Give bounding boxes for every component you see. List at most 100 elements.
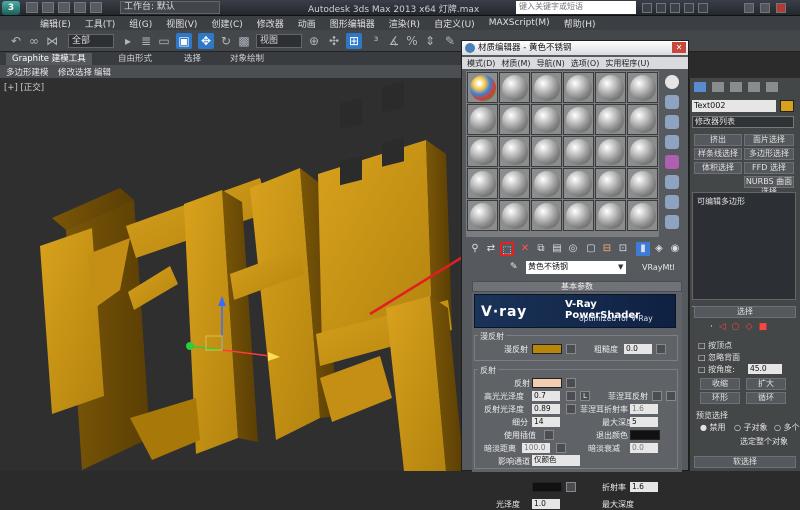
assign-to-selection-icon[interactable]: ⬚ xyxy=(500,242,514,256)
sample-slot[interactable] xyxy=(467,200,498,231)
material-map-navigator-icon[interactable]: ◈ xyxy=(652,242,666,256)
create-tab-icon[interactable] xyxy=(694,82,706,92)
go-forward-sibling-icon[interactable]: ▮ xyxy=(636,242,650,256)
rect-selection-icon[interactable]: ▭ xyxy=(156,33,172,49)
window-crossing-icon[interactable]: ▣ xyxy=(176,33,192,49)
unlink-icon[interactable]: ⋈ xyxy=(44,33,60,49)
vol-select-button[interactable]: 体积选择 xyxy=(694,162,742,174)
sample-slot[interactable] xyxy=(499,72,530,103)
sample-slot[interactable] xyxy=(499,136,530,167)
sample-slot[interactable] xyxy=(499,104,530,135)
search-input[interactable]: 键入关键字或短语 xyxy=(516,1,636,14)
keyboard-shortcut-icon[interactable]: ⊞ xyxy=(346,33,362,49)
menu-help[interactable]: 帮助(H) xyxy=(564,17,596,30)
display-tab-icon[interactable] xyxy=(766,82,778,92)
app-logo-icon[interactable]: 3 xyxy=(2,1,20,15)
shrink-button[interactable]: 收缩 xyxy=(700,378,740,390)
selection-rollout-header[interactable]: 选择 xyxy=(694,306,796,318)
fresnel-ior-field[interactable]: 1.6 xyxy=(630,404,658,414)
gloss-field[interactable]: 1.0 xyxy=(532,499,560,509)
uv-tiling-icon[interactable] xyxy=(665,135,679,149)
select-by-name-icon[interactable]: ≣ xyxy=(138,33,154,49)
menu-tools[interactable]: 工具(T) xyxy=(85,17,116,30)
max-depth-field[interactable]: 5 xyxy=(630,417,658,427)
ignore-backfacing-checkbox[interactable]: □ 忽略背面 xyxy=(698,352,740,363)
menu-group[interactable]: 组(G) xyxy=(129,17,152,30)
sample-slot[interactable] xyxy=(627,72,658,103)
sample-slot[interactable] xyxy=(627,104,658,135)
sample-slot[interactable] xyxy=(563,168,594,199)
affect-channels-dropdown[interactable]: 仅颜色 xyxy=(532,455,580,466)
sample-slot[interactable] xyxy=(531,136,562,167)
ribbon-edit[interactable]: 编辑 xyxy=(94,66,111,78)
lock-toggle[interactable]: L xyxy=(580,391,590,401)
modifier-list-dropdown[interactable]: 修改器列表 xyxy=(692,116,794,128)
use-interp-checkbox[interactable] xyxy=(544,430,554,440)
material-editor-close-icon[interactable]: ✕ xyxy=(672,42,686,53)
sample-slot[interactable] xyxy=(595,136,626,167)
sample-slot[interactable] xyxy=(627,168,658,199)
sample-slot[interactable] xyxy=(467,104,498,135)
rollout-header[interactable]: 基本参数 xyxy=(472,281,682,292)
loop-button[interactable]: 循环 xyxy=(746,392,786,404)
backlight-icon[interactable] xyxy=(665,95,679,109)
snaps-toggle-icon[interactable]: ³ xyxy=(368,33,384,49)
soft-selection-rollout-header[interactable]: 软选择 xyxy=(694,456,796,468)
sample-slot[interactable] xyxy=(563,200,594,231)
go-to-parent-icon[interactable]: ⊡ xyxy=(616,242,630,256)
search-binoculars-icon[interactable] xyxy=(642,3,652,13)
me-menu-mode[interactable]: 模式(D) xyxy=(467,58,495,69)
object-color-swatch[interactable] xyxy=(780,100,794,112)
grow-button[interactable]: 扩大 xyxy=(746,378,786,390)
vertex-mode-icon[interactable]: · xyxy=(710,322,713,334)
element-mode-icon[interactable]: ■ xyxy=(759,322,768,334)
sample-slot[interactable] xyxy=(499,168,530,199)
new-file-icon[interactable] xyxy=(26,2,38,13)
dim-distance-checkbox[interactable] xyxy=(556,443,566,453)
spline-select-button[interactable]: 样条线选择 xyxy=(694,148,742,160)
selection-filter-dropdown[interactable]: 全部 xyxy=(68,34,114,48)
sample-slot[interactable] xyxy=(627,200,658,231)
sample-slot[interactable] xyxy=(467,168,498,199)
me-menu-navigation[interactable]: 导航(N) xyxy=(537,58,565,69)
modify-tab-icon[interactable] xyxy=(712,82,724,92)
undo-icon[interactable] xyxy=(74,2,86,13)
ribbon-modify-selection[interactable]: 修改选择 xyxy=(58,66,92,78)
sample-slot[interactable] xyxy=(531,168,562,199)
roughness-field[interactable]: 0.0 xyxy=(624,344,652,354)
pick-material-icon[interactable]: ✎ xyxy=(510,262,518,272)
sample-slot[interactable] xyxy=(627,136,658,167)
sample-slot-active[interactable] xyxy=(467,72,498,103)
poly-select-button[interactable]: 多边形选择 xyxy=(744,148,794,160)
refl-gloss-map-button[interactable] xyxy=(566,404,576,414)
edge-mode-icon[interactable]: ◁ xyxy=(719,322,726,334)
select-by-material-icon[interactable] xyxy=(665,215,679,229)
menu-create[interactable]: 创建(C) xyxy=(211,17,242,30)
reflect-map-button[interactable] xyxy=(566,378,576,388)
material-name-dropdown-icon[interactable]: ▼ xyxy=(618,263,623,271)
reflect-color-swatch[interactable] xyxy=(532,378,562,388)
menu-modifiers[interactable]: 修改器 xyxy=(257,17,284,30)
preview-subobject-radio[interactable]: ○ 子对象 xyxy=(734,422,768,433)
show-end-result-icon[interactable]: ⊟ xyxy=(600,242,614,256)
sample-slot[interactable] xyxy=(595,200,626,231)
tab-selection[interactable]: 选择 xyxy=(178,53,207,65)
menu-graph-editors[interactable]: 图形编辑器 xyxy=(330,17,375,30)
refract-color-swatch[interactable] xyxy=(532,482,562,492)
pivot-center-icon[interactable]: ⊕ xyxy=(306,33,322,49)
object-name-field[interactable]: Text002 xyxy=(692,100,776,112)
dim-falloff-field[interactable]: 0.0 xyxy=(630,443,658,453)
sample-slot[interactable] xyxy=(595,168,626,199)
sign-letter-pai[interactable] xyxy=(230,81,464,471)
put-to-scene-icon[interactable]: ⇄ xyxy=(484,242,498,256)
exit-color-swatch[interactable] xyxy=(630,430,660,440)
angle-snap-icon[interactable]: ∡ xyxy=(386,33,402,49)
workspace-dropdown[interactable]: 工作台: 默认 xyxy=(120,1,220,14)
preview-disable-radio[interactable]: ● 禁用 xyxy=(700,422,726,433)
tab-freeform[interactable]: 自由形式 xyxy=(112,53,158,65)
video-color-check-icon[interactable] xyxy=(665,155,679,169)
menu-animation[interactable]: 动画 xyxy=(298,17,316,30)
material-id-icon[interactable]: ◎ xyxy=(566,242,580,256)
fresnel-map-button[interactable] xyxy=(666,391,676,401)
reference-coordinate-dropdown[interactable]: 视图 xyxy=(256,34,302,48)
